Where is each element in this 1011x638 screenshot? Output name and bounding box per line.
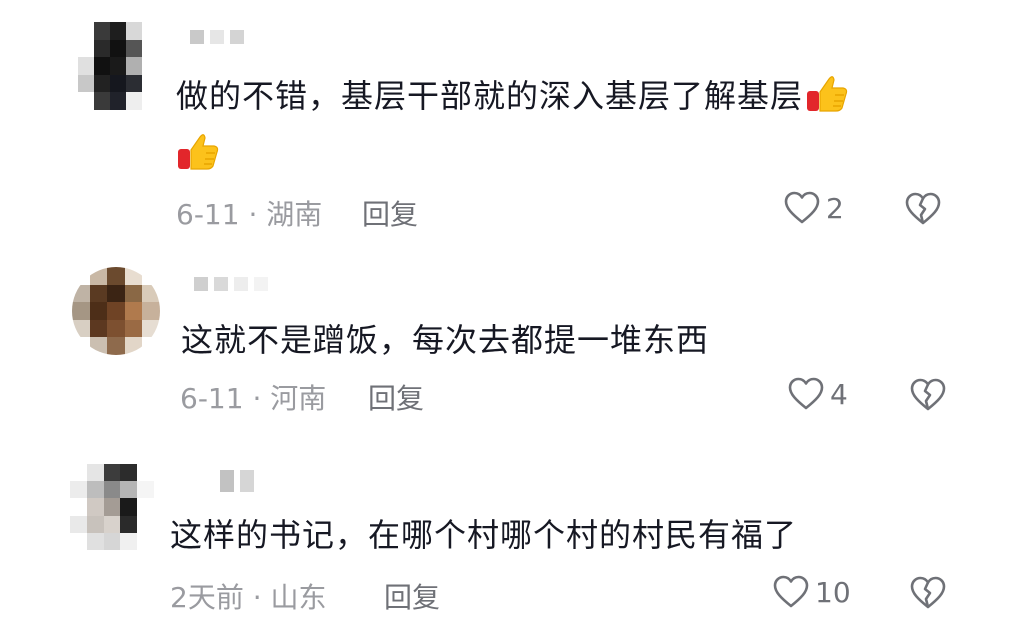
heart-outline-icon xyxy=(773,575,809,608)
comment-text-content: 这样的书记，在哪个村哪个村的村民有福了 xyxy=(170,516,798,554)
comment-item: 这样的书记，在哪个村哪个村的村民有福了 2天前 · 山东 回复 10 xyxy=(0,440,1011,638)
like-button[interactable]: 10 xyxy=(773,575,851,609)
thumbs-up-icon xyxy=(807,76,848,112)
dislike-button[interactable] xyxy=(910,576,946,610)
comment-text: 这样的书记，在哪个村哪个村的村民有福了 xyxy=(170,506,797,564)
like-button[interactable]: 2 xyxy=(784,191,844,225)
dislike-button[interactable] xyxy=(905,192,941,226)
broken-heart-icon xyxy=(905,192,941,225)
username-blurred[interactable] xyxy=(194,277,268,291)
comment-text-content: 这就不是蹭饭，每次去都提一堆东西 xyxy=(181,321,710,359)
broken-heart-icon xyxy=(910,378,946,411)
comment-text-content: 做的不错，基层干部就的深入基层了解基层 xyxy=(176,77,804,115)
comment-date-location: 6-11 · 河南 xyxy=(180,382,327,415)
avatar[interactable] xyxy=(72,267,160,355)
comment-item: 做的不错，基层干部就的深入基层了解基层 6-11 · 湖南 回复 2 xyxy=(0,0,1011,245)
heart-outline-icon xyxy=(784,191,820,224)
like-count: 10 xyxy=(815,575,851,609)
comment-date-location: 2天前 · 山东 xyxy=(170,581,327,614)
like-count: 2 xyxy=(826,191,844,225)
comment-text: 这就不是蹭饭，每次去都提一堆东西 xyxy=(181,311,709,369)
username-blurred[interactable] xyxy=(220,470,254,492)
reply-button[interactable]: 回复 xyxy=(368,377,424,417)
comment-date-location: 6-11 · 湖南 xyxy=(176,198,323,231)
reply-button[interactable]: 回复 xyxy=(384,576,440,616)
comment-item: 这就不是蹭饭，每次去都提一堆东西 6-11 · 河南 回复 4 xyxy=(0,245,1011,440)
comment-text: 做的不错，基层干部就的深入基层了解基层 xyxy=(176,67,849,183)
thumbs-up-icon xyxy=(178,134,219,170)
username-blurred[interactable] xyxy=(190,30,244,44)
like-button[interactable]: 4 xyxy=(788,377,848,411)
broken-heart-icon xyxy=(910,576,946,609)
avatar[interactable] xyxy=(78,22,158,110)
dislike-button[interactable] xyxy=(910,378,946,412)
like-count: 4 xyxy=(830,377,848,411)
avatar[interactable] xyxy=(70,464,154,550)
reply-button[interactable]: 回复 xyxy=(362,193,418,233)
heart-outline-icon xyxy=(788,377,824,410)
